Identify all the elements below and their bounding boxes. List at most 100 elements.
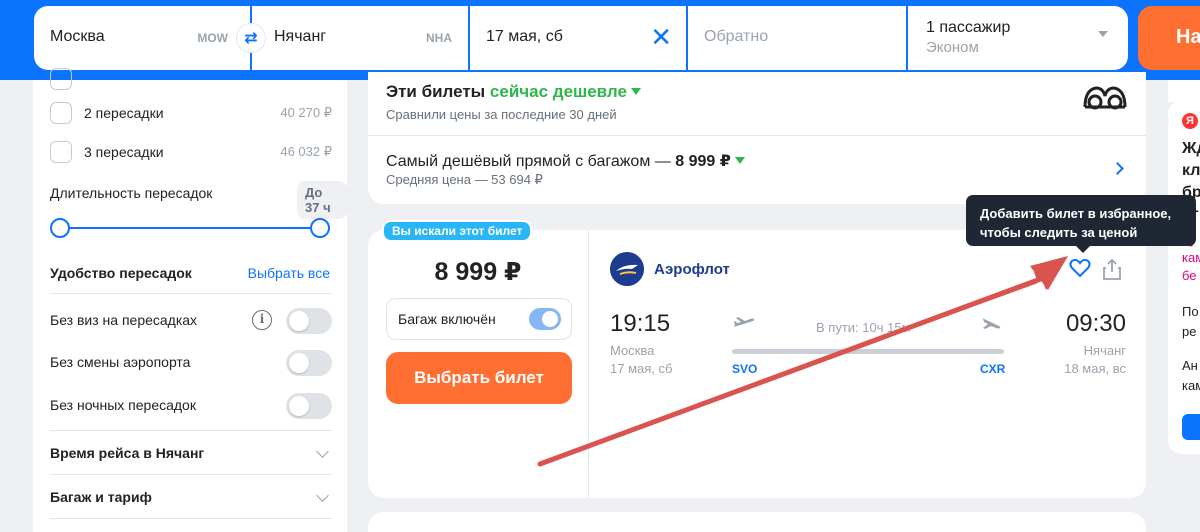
aeroflot-logo-icon bbox=[610, 252, 644, 286]
return-date-field[interactable]: Обратно bbox=[688, 6, 906, 70]
toggle-same-airport[interactable]: Без смены аэропорта bbox=[50, 350, 332, 376]
checkbox[interactable] bbox=[50, 102, 72, 124]
filter-stops-3[interactable]: 3 пересадки 46 032 ₽ bbox=[50, 141, 332, 163]
destination-code: NHA bbox=[426, 31, 452, 45]
toggle-no-visa[interactable]: Без виз на пересадках i bbox=[50, 308, 332, 334]
ticket-price: 8 999 ₽ bbox=[434, 258, 522, 286]
tooltip-line: Добавить билет в избранное, bbox=[980, 206, 1172, 221]
toggle-label: Без смены аэропорта bbox=[50, 354, 191, 370]
toggle-switch[interactable] bbox=[286, 308, 332, 334]
cheaper-subtitle: Сравнили цены за последние 30 дней bbox=[386, 107, 617, 122]
info-icon[interactable]: i bbox=[252, 310, 272, 330]
ticket-card[interactable]: 8 999 ₽ Багаж включён Выбрать билет Аэро… bbox=[368, 230, 1146, 498]
divider bbox=[50, 293, 332, 294]
toggle-switch[interactable] bbox=[286, 393, 332, 419]
ad-text: Жд bbox=[1182, 140, 1200, 157]
ad-pink-text: бе bbox=[1182, 268, 1197, 283]
toggle-switch[interactable] bbox=[286, 350, 332, 376]
departure-airport-code[interactable]: SVO bbox=[732, 362, 757, 376]
searched-ticket-badge: Вы искали этот билет bbox=[382, 220, 533, 242]
ad-button[interactable] bbox=[1182, 414, 1200, 440]
divider bbox=[50, 474, 332, 475]
departure-city: Москва bbox=[610, 343, 655, 358]
caret-down-icon bbox=[1098, 31, 1108, 37]
layover-duration-label: Длительность пересадок bbox=[50, 185, 213, 201]
cheaper-title: Эти билеты сейчас дешевле bbox=[386, 82, 641, 102]
chevron-down-icon[interactable] bbox=[316, 489, 329, 502]
clear-date-icon[interactable]: ✕ bbox=[650, 24, 672, 50]
divider bbox=[588, 230, 589, 498]
layover-duration-slider[interactable] bbox=[60, 227, 320, 229]
arrival-city: Нячанг bbox=[1083, 343, 1126, 358]
departure-date: 17 мая, сб bbox=[486, 28, 563, 45]
chevron-down-icon[interactable] bbox=[316, 445, 329, 458]
filter-label: 2 пересадки bbox=[84, 105, 164, 121]
toggle-label: Без ночных пересадок bbox=[50, 397, 196, 413]
ad-small-text: ре bbox=[1182, 324, 1197, 339]
cheaper-title-highlight: сейчас дешевле bbox=[489, 82, 627, 101]
ad-banner-top bbox=[1168, 80, 1200, 102]
departure-time: 19:15 bbox=[610, 310, 671, 337]
arrival-time: 09:30 bbox=[1065, 310, 1126, 337]
departure-date: 17 мая, сб bbox=[610, 361, 673, 376]
section-flight-time[interactable]: Время рейса в Нячанг bbox=[50, 445, 204, 461]
share-icon[interactable] bbox=[1102, 258, 1122, 280]
destination-city: Нячанг bbox=[274, 28, 327, 45]
toggle-label: Без виз на пересадках bbox=[50, 312, 198, 328]
favorite-tooltip: Добавить билет в избранное, чтобы следит… bbox=[966, 195, 1196, 253]
takeoff-icon bbox=[734, 317, 755, 327]
slider-min-handle[interactable] bbox=[50, 218, 70, 238]
destination-field[interactable]: Нячанг NHA bbox=[252, 6, 468, 70]
divider bbox=[368, 135, 1146, 136]
filters-panel: 2 пересадки 40 270 ₽ 3 пересадки 46 032 … bbox=[33, 68, 347, 532]
cheaper-now-card: Эти билеты сейчас дешевле Сравнили цены … bbox=[368, 72, 1146, 204]
departure-date-field[interactable]: 17 мая, сб ✕ bbox=[470, 6, 686, 70]
arrival-date: 18 мая, вс bbox=[1064, 361, 1126, 376]
cheaper-title-prefix: Эти билеты bbox=[386, 82, 490, 101]
filter-label: 3 пересадки bbox=[84, 144, 164, 160]
route-line bbox=[732, 349, 1004, 354]
heart-icon[interactable] bbox=[1068, 256, 1092, 280]
next-ticket-card[interactable] bbox=[368, 512, 1146, 532]
origin-city: Москва bbox=[50, 28, 105, 45]
baggage-label: Багаж включён bbox=[398, 311, 496, 327]
arrival-airport-code[interactable]: CXR bbox=[980, 362, 1005, 376]
filter-price: 46 032 ₽ bbox=[280, 144, 332, 159]
checkbox-one-stop[interactable] bbox=[50, 68, 72, 90]
filter-stops-2[interactable]: 2 пересадки 40 270 ₽ bbox=[50, 102, 332, 124]
passenger-count: 1 пассажир bbox=[926, 19, 1011, 36]
cabin-class: Эконом bbox=[926, 39, 979, 56]
search-bar: Москва MOW ⇄ Нячанг NHA 17 мая, сб ✕ Обр… bbox=[0, 0, 1200, 80]
cheapest-direct-link[interactable]: Самый дешёвый прямой с багажом — 8 999 ₽ bbox=[386, 151, 745, 171]
toggle-no-night[interactable]: Без ночных пересадок bbox=[50, 393, 332, 419]
swap-icon[interactable]: ⇄ bbox=[236, 23, 266, 53]
ad-small-text: Ан bbox=[1182, 358, 1198, 373]
price-down-icon bbox=[630, 88, 641, 95]
filter-price: 40 270 ₽ bbox=[280, 105, 332, 120]
section-baggage[interactable]: Багаж и тариф bbox=[50, 489, 152, 505]
origin-field[interactable]: Москва MOW bbox=[34, 6, 250, 70]
airline-name: Аэрофлот bbox=[654, 261, 730, 278]
landing-icon bbox=[982, 318, 1001, 329]
return-date-placeholder: Обратно bbox=[704, 28, 769, 45]
flight-duration: В пути: 10ч 15м bbox=[816, 320, 911, 335]
select-ticket-button[interactable]: Выбрать билет bbox=[386, 352, 572, 404]
ad-banner[interactable]: Я Жд кл бр ст Ку кам бе По ре Ан кам bbox=[1168, 100, 1200, 454]
tooltip-line: чтобы следить за ценой bbox=[980, 225, 1138, 240]
select-all-link[interactable]: Выбрать все bbox=[248, 265, 330, 281]
baggage-option[interactable]: Багаж включён bbox=[386, 298, 572, 340]
convenience-title: Удобство пересадок bbox=[50, 265, 192, 281]
slider-max-handle[interactable] bbox=[310, 218, 330, 238]
direct-label: Самый дешёвый прямой с багажом — bbox=[386, 153, 676, 170]
baggage-toggle[interactable] bbox=[529, 308, 561, 330]
yandex-logo-icon: Я bbox=[1182, 113, 1198, 129]
passengers-field[interactable]: 1 пассажир Эконом bbox=[908, 6, 1128, 70]
checkbox[interactable] bbox=[50, 141, 72, 163]
ad-pink-text: кам bbox=[1182, 250, 1200, 265]
direct-price: 8 999 ₽ bbox=[675, 153, 731, 170]
ad-small-text: По bbox=[1182, 304, 1199, 319]
layover-duration-badge: До 37 ч bbox=[297, 181, 347, 219]
chevron-right-icon[interactable] bbox=[1111, 162, 1124, 175]
ad-text: кл bbox=[1182, 162, 1200, 179]
search-button[interactable]: На bbox=[1138, 6, 1200, 70]
